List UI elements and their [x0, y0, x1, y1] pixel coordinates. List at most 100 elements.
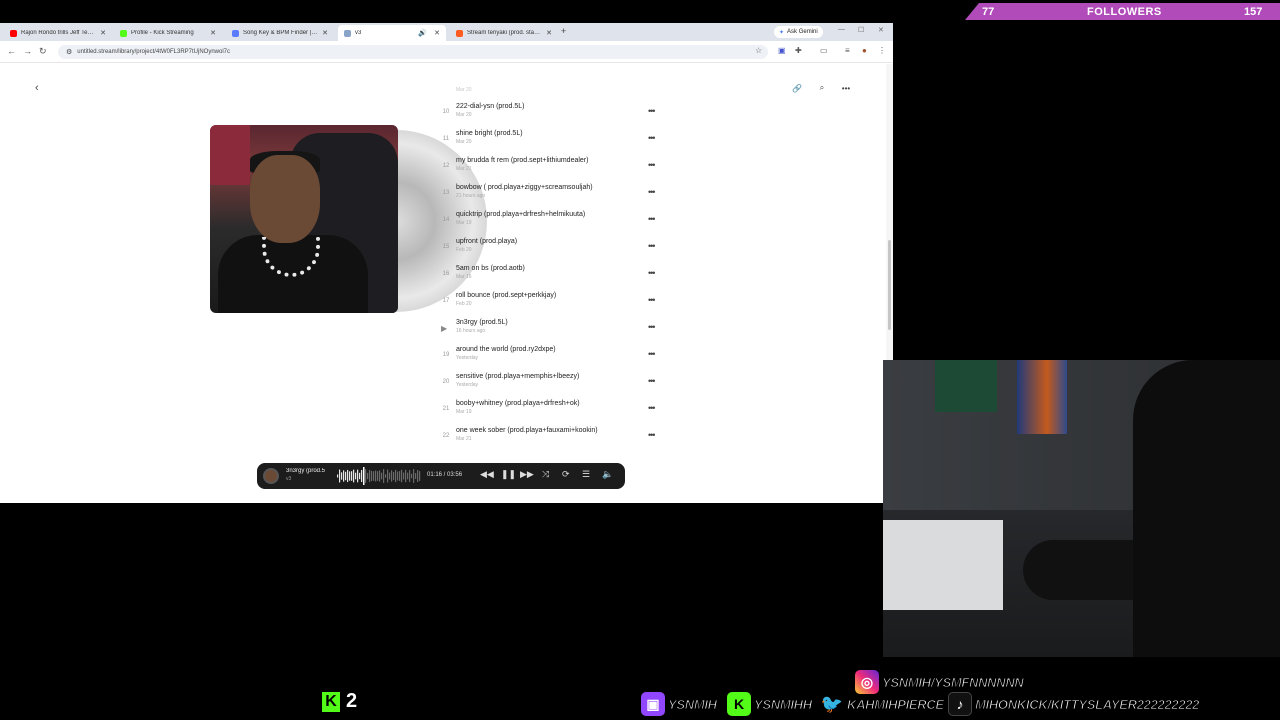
queue-icon[interactable]: ☰	[582, 469, 590, 480]
track-more-icon[interactable]: •••	[648, 160, 656, 170]
media-icon[interactable]: ≡	[845, 46, 850, 55]
puzzle-icon[interactable]: ✚	[795, 46, 802, 55]
track-title[interactable]: roll bounce (prod.sept+perkkjay)	[456, 292, 556, 299]
track-date: Yesterday	[456, 382, 479, 388]
track-row[interactable]: 14 quicktrip (prod.playa+drfresh+helmikuu…	[436, 208, 666, 232]
search-icon[interactable]: ⌕	[814, 80, 830, 96]
track-row[interactable]: 13 bowbow ( prod.playa+ziggy+screamsoulja…	[436, 181, 666, 205]
track-row[interactable]: ▶ 3n3rgy (prod.5L) 16 hours ago •••	[436, 316, 666, 340]
track-more-icon[interactable]: •••	[648, 403, 656, 413]
tab-song-key-finder[interactable]: Song Key & BPM Finder | Tuno ✕	[226, 25, 334, 41]
next-icon[interactable]: ▶▶	[520, 469, 534, 480]
close-icon[interactable]: ✕	[434, 29, 440, 37]
ask-gemini-button[interactable]: ✦ Ask Gemini	[774, 26, 823, 38]
maximize-icon[interactable]: ☐	[858, 26, 864, 34]
more-options-icon[interactable]: •••	[838, 80, 854, 96]
reload-icon[interactable]: ↻	[39, 46, 47, 57]
track-more-icon[interactable]: •••	[648, 187, 656, 197]
repeat-icon[interactable]: ⟳	[562, 469, 570, 480]
track-title[interactable]: quicktrip (prod.playa+drfresh+helmikuuta…	[456, 211, 585, 218]
youtube-icon	[10, 29, 17, 37]
track-title[interactable]: 3n3rgy (prod.5L)	[456, 319, 508, 326]
track-more-icon[interactable]: •••	[648, 241, 656, 251]
track-title[interactable]: bowbow ( prod.playa+ziggy+screamsouljah)	[456, 184, 593, 191]
track-row[interactable]: 10 222-dial-ysn (prod.5L) Mar 20 •••	[436, 100, 666, 124]
previous-icon[interactable]: ◀◀	[480, 469, 494, 480]
track-row[interactable]: 19 around the world (prod.ry2dxpe) Yesterd…	[436, 343, 666, 367]
track-row[interactable]: 12 my brudda ft rem (prod.sept+lithiumdea…	[436, 154, 666, 178]
back-chevron-icon[interactable]: ‹	[35, 82, 39, 94]
track-row[interactable]: 15 upfront (prod.playa) Feb 20 •••	[436, 235, 666, 259]
track-more-icon[interactable]: •••	[648, 322, 656, 332]
webcam-feed	[883, 360, 1280, 657]
track-title[interactable]: 222-dial-ysn (prod.5L)	[456, 103, 524, 110]
player-track-title[interactable]: 3n3rgy (prod.5	[286, 468, 330, 474]
tab-youtube[interactable]: Rajon Rondo trills Jeff Teague a ✕	[4, 25, 112, 41]
waveform-scrubber[interactable]	[337, 467, 421, 485]
track-title[interactable]: one week sober (prod.playa+fauxami+kooki…	[456, 427, 598, 434]
pause-icon[interactable]: ❚❚	[501, 469, 516, 480]
project-page: ‹ 🔗 ⌕ ••• Mar 20 10 222-dial-ysn (prod.5L…	[0, 64, 893, 503]
new-tab-button[interactable]: +	[561, 26, 566, 36]
kick-icon: K	[727, 692, 751, 716]
close-icon[interactable]: ✕	[100, 29, 106, 37]
track-title[interactable]: sensitive (prod.playa+memphis+lbeezy)	[456, 373, 579, 380]
track-title[interactable]: booby+whitney (prod.playa+drfresh+ok)	[456, 400, 580, 407]
track-more-icon[interactable]: •••	[648, 295, 656, 305]
track-title[interactable]: 5am on bs (prod.aotb)	[456, 265, 525, 272]
split-view-icon[interactable]: ▭	[820, 46, 828, 55]
profile-avatar[interactable]: ●	[862, 46, 867, 55]
track-row[interactable]: 16 5am on bs (prod.aotb) Mar 16 •••	[436, 262, 666, 286]
site-info-icon[interactable]: ⚙	[66, 48, 72, 56]
track-more-icon[interactable]: •••	[648, 376, 656, 386]
tab-v3[interactable]: v3 🔊 ✕	[338, 25, 446, 41]
social-twitter: 🐦 KAHMIHPIERCE	[820, 692, 945, 716]
address-bar[interactable]: ⚙ untitled.stream/library/project/4tW0FL…	[58, 45, 768, 59]
minimize-icon[interactable]: —	[838, 26, 845, 33]
bookmark-star-icon[interactable]: ☆	[755, 46, 762, 55]
scroll-thumb[interactable]	[888, 240, 891, 330]
tab-kick-profile[interactable]: Profile - Kick Streaming ✕	[114, 25, 222, 41]
close-icon[interactable]: ✕	[546, 29, 552, 37]
track-more-icon[interactable]: •••	[648, 133, 656, 143]
track-row[interactable]: 21 booby+whitney (prod.playa+drfresh+ok) M…	[436, 397, 666, 421]
twitter-bird-icon: 🐦	[820, 693, 844, 714]
track-row[interactable]: 17 roll bounce (prod.sept+perkkjay) Feb 20…	[436, 289, 666, 313]
track-row[interactable]: 11 shine bright (prod.5L) Mar 20 •••	[436, 127, 666, 151]
player-project-name[interactable]: v3	[286, 476, 291, 482]
track-row[interactable]: 20 sensitive (prod.playa+memphis+lbeezy) Y…	[436, 370, 666, 394]
track-title[interactable]: around the world (prod.ry2dxpe)	[456, 346, 556, 353]
track-title[interactable]: upfront (prod.playa)	[456, 238, 517, 245]
track-number: 11	[442, 136, 450, 142]
close-icon[interactable]: ✕	[322, 29, 328, 37]
track-title[interactable]: my brudda ft rem (prod.sept+lithiumdeale…	[456, 157, 588, 164]
track-row[interactable]: 22 one week sober (prod.playa+fauxami+koo…	[436, 424, 666, 448]
waveform-bar	[389, 472, 391, 480]
shuffle-icon[interactable]: ⤨	[542, 469, 549, 480]
track-more-icon[interactable]: •••	[648, 106, 656, 116]
waveform-bar	[387, 469, 389, 483]
browser-toolbar: ← → ↻ ⚙ untitled.stream/library/project/…	[0, 41, 893, 63]
track-more-icon[interactable]: •••	[648, 268, 656, 278]
tab-bar: Rajon Rondo trills Jeff Teague a ✕ Profi…	[0, 23, 893, 41]
tab-stream-teriyaki[interactable]: Stream teriyaki (prod. stang 8i ✕	[450, 25, 558, 41]
track-more-icon[interactable]: •••	[648, 214, 656, 224]
waveform-bar	[357, 469, 359, 483]
track-more-icon[interactable]: •••	[648, 430, 656, 440]
now-playing-icon[interactable]: ▶	[441, 324, 447, 333]
tab-label: Rajon Rondo trills Jeff Teague a	[21, 30, 96, 36]
track-more-icon[interactable]: •••	[648, 349, 656, 359]
back-arrow-icon[interactable]: ←	[7, 46, 16, 56]
menu-icon[interactable]: ⋮	[878, 46, 886, 55]
waveform-bar	[413, 469, 415, 483]
social-instagram: ◎ YSNMIH/YSMFNNNNNN	[855, 670, 1024, 694]
waveform-bar	[367, 472, 369, 480]
forward-arrow-icon[interactable]: →	[23, 46, 32, 56]
extension-icon[interactable]: ▣	[778, 46, 786, 55]
track-date: Mar 16	[456, 274, 472, 280]
volume-icon[interactable]: 🔈	[602, 469, 613, 480]
close-icon[interactable]: ✕	[210, 29, 216, 37]
track-title[interactable]: shine bright (prod.5L)	[456, 130, 523, 137]
close-window-icon[interactable]: ✕	[878, 26, 884, 34]
link-icon[interactable]: 🔗	[789, 80, 805, 96]
